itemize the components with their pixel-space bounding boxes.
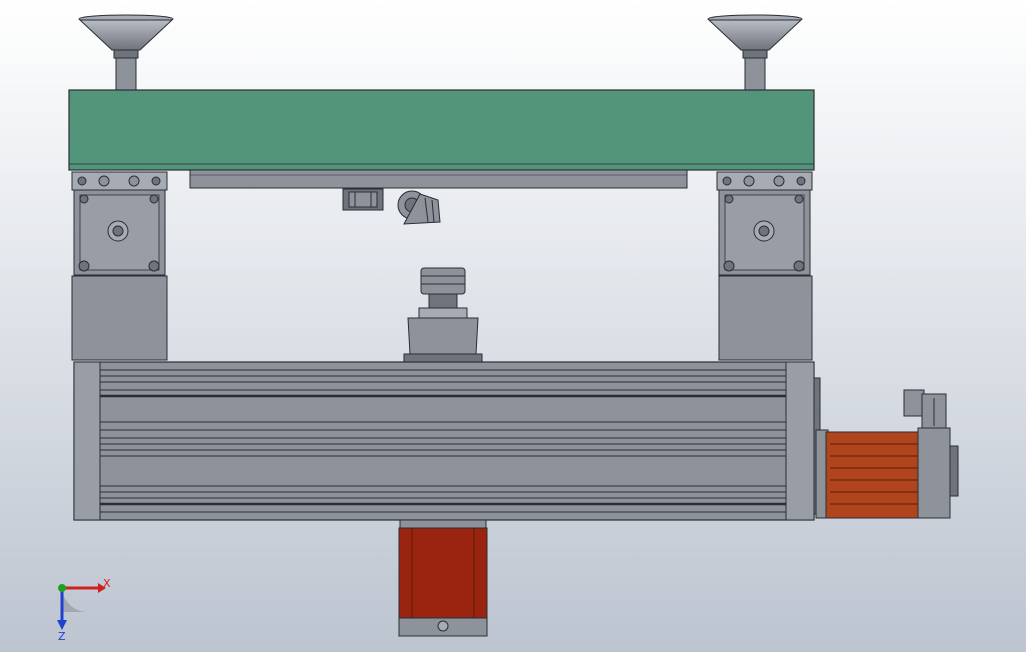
green-table-plate[interactable] bbox=[68, 89, 815, 171]
linear-actuator-body[interactable] bbox=[73, 361, 815, 521]
z-axis-label: Z bbox=[58, 630, 66, 643]
y-axis-dot-icon bbox=[58, 584, 66, 592]
left-column[interactable] bbox=[71, 171, 168, 361]
clamp-nut[interactable] bbox=[342, 188, 384, 211]
right-column[interactable] bbox=[716, 171, 813, 361]
cad-model-viewport[interactable]: X Z bbox=[0, 0, 1026, 652]
linear-guide-rail[interactable] bbox=[189, 169, 688, 189]
servo-motor-vertical[interactable] bbox=[398, 519, 488, 637]
x-axis-label: X bbox=[103, 577, 111, 590]
assembly-drawing[interactable]: X Z bbox=[0, 0, 1026, 652]
